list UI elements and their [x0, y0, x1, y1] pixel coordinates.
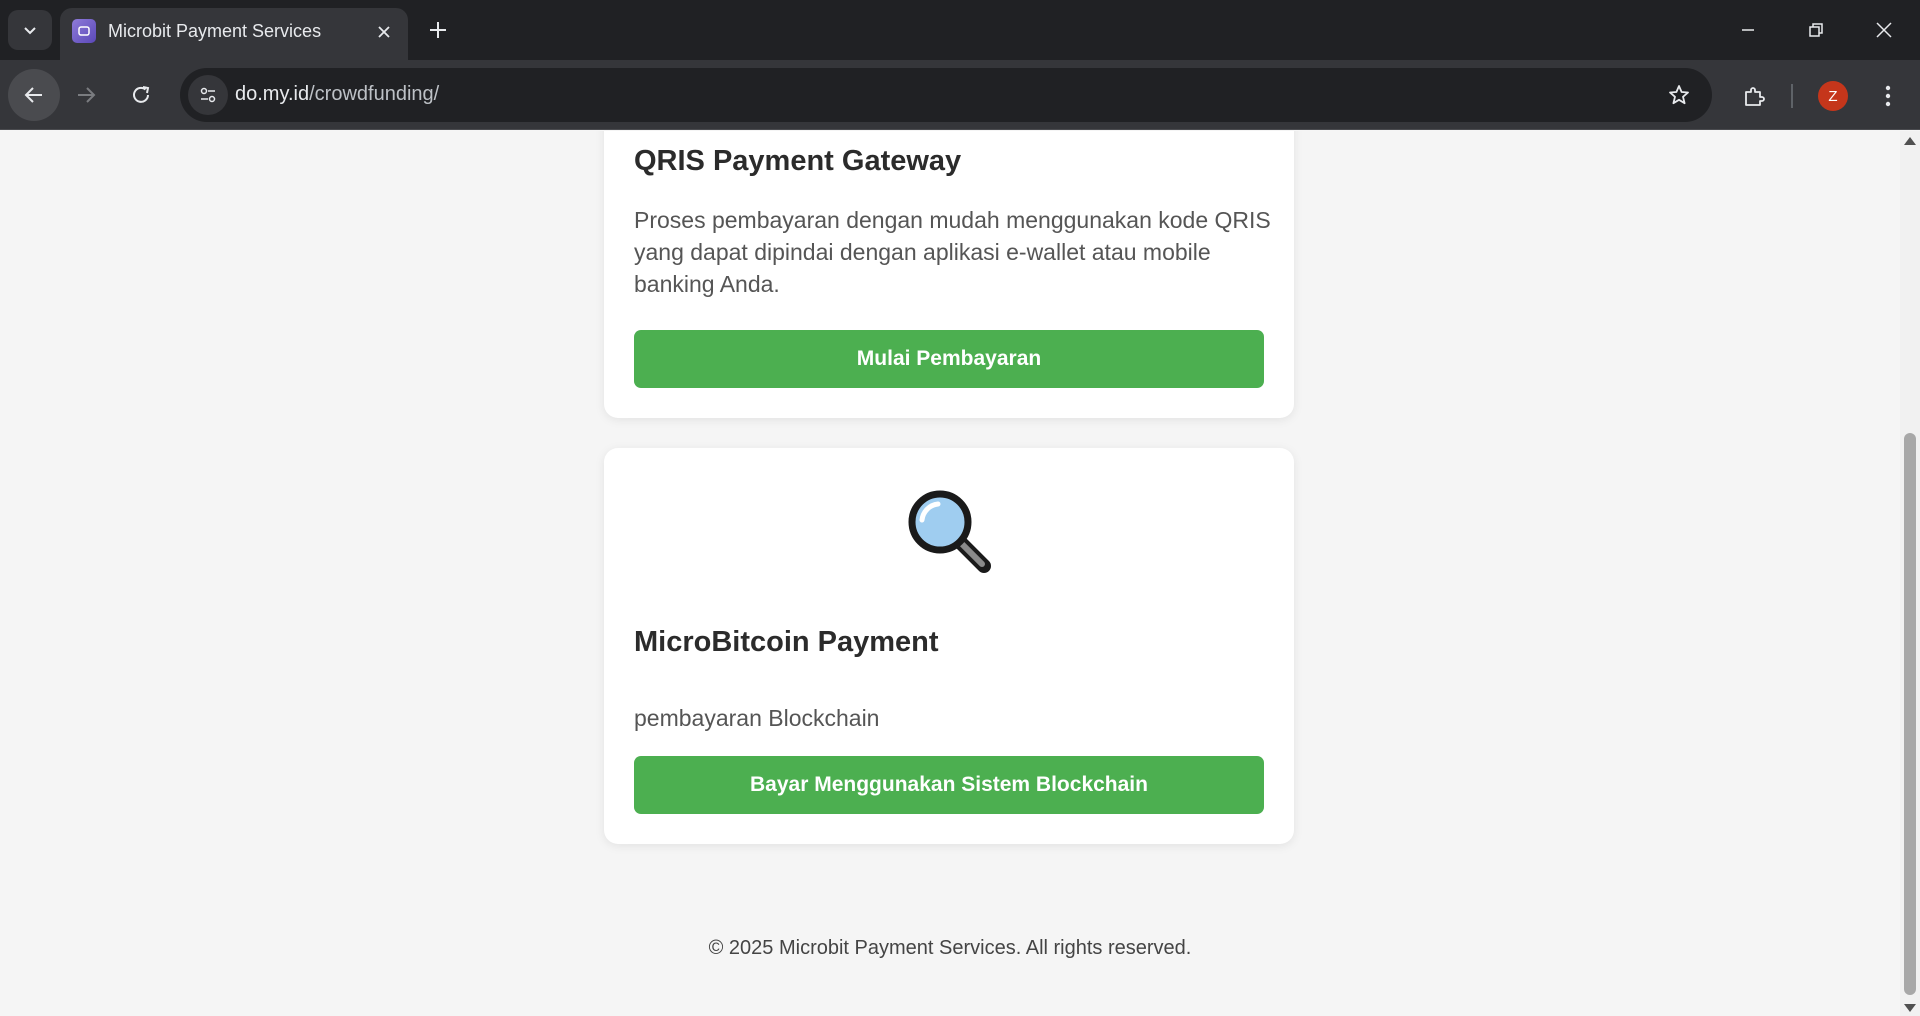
close-tab-icon[interactable]	[370, 18, 398, 46]
bookmark-star-button[interactable]	[1660, 76, 1698, 114]
scroll-up-arrow-icon[interactable]	[1904, 137, 1916, 145]
start-payment-button[interactable]: Mulai Pembayaran	[634, 330, 1264, 388]
tab-search-button[interactable]	[8, 10, 52, 50]
restore-icon	[1809, 23, 1823, 37]
url-text[interactable]: do.my.id/crowdfunding/	[235, 83, 439, 106]
card-title: MicroBitcoin Payment	[634, 626, 939, 658]
minimize-icon	[1742, 29, 1754, 31]
reload-icon	[133, 86, 150, 103]
arrow-left-icon	[24, 87, 42, 103]
browser-menu-button[interactable]	[1870, 76, 1906, 116]
magnifying-glass-icon	[908, 490, 991, 573]
reload-button[interactable]	[115, 69, 167, 121]
profile-avatar[interactable]: Z	[1818, 81, 1848, 111]
minimize-window-button[interactable]	[1714, 0, 1782, 60]
payment-card-microbitcoin: MicroBitcoin Payment pembayaran Blockcha…	[604, 448, 1294, 844]
address-bar[interactable]: do.my.id/crowdfunding/	[180, 68, 1712, 122]
card-description: pembayaran Blockchain	[634, 705, 880, 731]
card-title: QRIS Payment Gateway	[634, 145, 962, 177]
plus-icon	[430, 22, 446, 38]
chevron-down-icon	[24, 27, 36, 35]
url-path: /crowdfunding/	[309, 83, 440, 105]
close-window-button[interactable]	[1850, 0, 1918, 60]
forward-button[interactable]	[60, 69, 112, 121]
new-tab-button[interactable]	[420, 12, 456, 48]
blockchain-payment-button[interactable]: Bayar Menggunakan Sistem Blockchain	[634, 756, 1264, 814]
url-host: do.my.id	[235, 83, 310, 105]
tune-icon	[200, 87, 216, 103]
toolbar-divider	[1791, 84, 1793, 108]
more-vertical-icon	[1885, 85, 1891, 107]
extensions-button[interactable]	[1734, 76, 1774, 116]
footer-copyright: © 2025 Microbit Payment Services. All ri…	[708, 937, 1192, 959]
tab-strip: Microbit Payment Services	[0, 0, 1920, 60]
browser-tab-active[interactable]: Microbit Payment Services	[60, 8, 408, 60]
browser-toolbar: do.my.id/crowdfunding/ Z	[0, 60, 1920, 130]
site-info-button[interactable]	[188, 75, 228, 115]
site-favicon-icon	[72, 19, 96, 43]
restore-window-button[interactable]	[1782, 0, 1850, 60]
scrollbar-thumb[interactable]	[1904, 433, 1916, 995]
close-icon	[1876, 22, 1892, 38]
tab-title: Microbit Payment Services	[108, 21, 322, 41]
star-icon	[1669, 85, 1689, 105]
page-viewport: QRIS Payment Gateway Proses pembayaran d…	[0, 131, 1900, 1016]
payment-card-qris: QRIS Payment Gateway Proses pembayaran d…	[604, 131, 1294, 418]
puzzle-icon	[1745, 87, 1765, 106]
scroll-down-arrow-icon[interactable]	[1904, 1004, 1916, 1012]
page-scrollbar[interactable]	[1900, 131, 1920, 1016]
card-description: Proses pembayaran dengan mudah menggunak…	[634, 207, 1271, 297]
back-button[interactable]	[8, 69, 60, 121]
arrow-right-icon	[78, 87, 96, 103]
